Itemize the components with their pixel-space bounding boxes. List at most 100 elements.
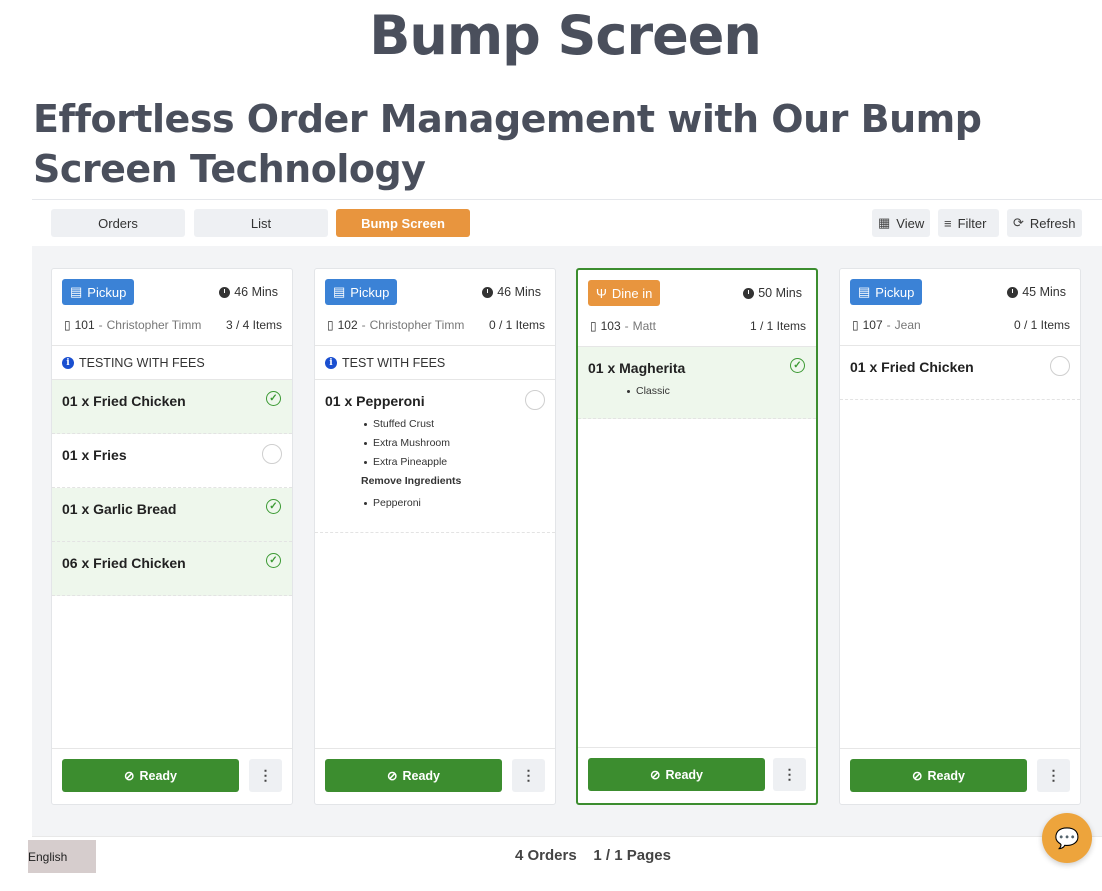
page-count: 1 / 1 Pages [593,847,671,864]
ready-button[interactable]: ⊘ Ready [850,759,1027,792]
tab-list[interactable]: List [194,209,328,237]
order-note: i TEST WITH FEES [315,346,555,380]
store-icon: ▤ [333,284,346,299]
receipt-icon: ▯ [64,318,71,332]
order-card: Ψ Dine in 50 Mins ▯ 103- Matt 1 / 1 Items 0… [576,268,818,805]
filter-icon: ≡ [944,215,952,231]
order-type-badge: ▤ Pickup [850,279,923,305]
more-options-button[interactable]: ⋮ [249,759,282,792]
grid-icon: ▦ [878,215,891,230]
receipt-icon: ▯ [327,318,334,332]
order-type-badge: ▤ Pickup [62,279,135,305]
elapsed-time: 50 Mins [743,286,802,300]
card-footer: ⊘ Ready ⋮ [578,747,816,803]
order-item[interactable]: 06 x Fried Chicken ✓ [52,542,292,596]
page-title: Bump Screen [369,4,762,67]
customer-name: Jean [894,318,921,332]
check-circle-icon: ⊘ [911,769,923,783]
order-card: ▤ Pickup 46 Mins ▯ 102- Christopher Timm 0 … [314,268,556,805]
modifier: Stuffed Crust [364,415,545,434]
elapsed-time: 46 Mins [219,285,278,299]
order-number: 102 [337,318,358,332]
store-icon: ▤ [858,284,871,299]
order-number: 107 [862,318,883,332]
order-item[interactable]: 01 x Garlic Bread ✓ [52,488,292,542]
filter-button[interactable]: ≡ Filter [938,209,999,237]
more-options-button[interactable]: ⋮ [512,759,545,792]
tab-orders[interactable]: Orders [51,209,185,237]
order-number: 101 [74,318,95,332]
info-icon: i [325,356,337,369]
customer-name: Matt [632,319,656,333]
orders-count: 4 Orders [515,847,577,864]
check-circle-icon: ⊘ [123,769,135,783]
modifier: Classic [627,382,806,401]
refresh-label: Refresh [1029,215,1076,231]
check-circle-icon: ⊘ [386,769,398,783]
refresh-button[interactable]: ⟳ Refresh [1007,209,1082,237]
more-options-button[interactable]: ⋮ [1037,759,1070,792]
check-icon[interactable]: ✓ [266,391,281,406]
order-meta: ▯ 107- Jean [852,318,921,332]
unchecked-circle-icon[interactable] [1050,356,1070,376]
order-meta: ▯ 101- Christopher Timm [64,318,202,332]
check-circle-icon: ⊘ [649,768,661,782]
chat-icon: 💬 [1054,827,1080,850]
filter-label: Filter [957,215,987,231]
item-count: 3 / 4 Items [225,318,282,332]
order-header: ▤ Pickup 45 Mins ▯ 107- Jean 0 / 1 Items [840,269,1080,346]
item-count: 1 / 1 Items [749,319,806,333]
fork-knife-icon: Ψ [596,285,607,301]
elapsed-time: 46 Mins [482,285,541,299]
removed-list: Pepperoni [325,494,545,513]
chat-button[interactable]: 💬 [1042,813,1092,863]
clock-icon [219,286,231,298]
card-footer: ⊘ Ready ⋮ [315,748,555,804]
info-icon: i [62,356,74,369]
order-header: ▤ Pickup 46 Mins ▯ 101- Christopher Timm 3 … [52,269,292,346]
order-meta: ▯ 102- Christopher Timm [327,318,465,332]
order-type-badge: Ψ Dine in [588,280,661,306]
view-label: View [896,215,925,231]
unchecked-circle-icon[interactable] [525,390,545,410]
ready-button[interactable]: ⊘ Ready [588,758,765,791]
modifier: Extra Mushroom [364,434,545,453]
check-icon[interactable]: ✓ [790,358,805,373]
ready-button[interactable]: ⊘ Ready [325,759,502,792]
ready-button[interactable]: ⊘ Ready [62,759,239,792]
modifier-list: Stuffed Crust Extra Mushroom Extra Pinea… [325,415,545,472]
order-card: ▤ Pickup 45 Mins ▯ 107- Jean 0 / 1 Items 01… [839,268,1081,805]
order-item[interactable]: 01 x Fries [52,434,292,488]
order-meta: ▯ 103- Matt [590,319,656,333]
order-item[interactable]: 01 x Fried Chicken [840,346,1080,400]
check-icon[interactable]: ✓ [266,499,281,514]
order-header: Ψ Dine in 50 Mins ▯ 103- Matt 1 / 1 Items [578,270,816,347]
more-options-button[interactable]: ⋮ [773,758,806,791]
item-count: 0 / 1 Items [1013,318,1070,332]
card-footer: ⊘ Ready ⋮ [840,748,1080,804]
modifier: Extra Pineapple [364,453,545,472]
customer-name: Christopher Timm [106,318,202,332]
language-selector[interactable]: English [28,840,96,873]
orders-summary: 4 Orders 1 / 1 Pages [515,847,671,864]
bump-screen-app: Orders List Bump Screen ▦ View ≡ Filter … [28,199,1102,891]
removed-ingredient: Pepperoni [364,494,545,513]
order-item[interactable]: 01 x Pepperoni Stuffed Crust Extra Mushr… [315,380,555,533]
view-button[interactable]: ▦ View [872,209,930,237]
receipt-icon: ▯ [852,318,859,332]
unchecked-circle-icon[interactable] [262,444,282,464]
item-count: 0 / 1 Items [488,318,545,332]
modifier-list: Classic [588,382,806,401]
store-icon: ▤ [70,284,83,299]
check-icon[interactable]: ✓ [266,553,281,568]
order-type-badge: ▤ Pickup [325,279,398,305]
order-item[interactable]: 01 x Fried Chicken ✓ [52,380,292,434]
page-subtitle: Effortless Order Management with Our Bum… [33,97,982,191]
clock-icon [482,286,494,298]
remove-ingredients-heading: Remove Ingredients [361,475,462,487]
tab-bump-screen[interactable]: Bump Screen [336,209,470,237]
order-note: i TESTING WITH FEES [52,346,292,380]
clock-icon [1007,286,1019,298]
order-number: 103 [600,319,621,333]
order-item[interactable]: 01 x Magherita ✓ Classic [578,347,816,419]
